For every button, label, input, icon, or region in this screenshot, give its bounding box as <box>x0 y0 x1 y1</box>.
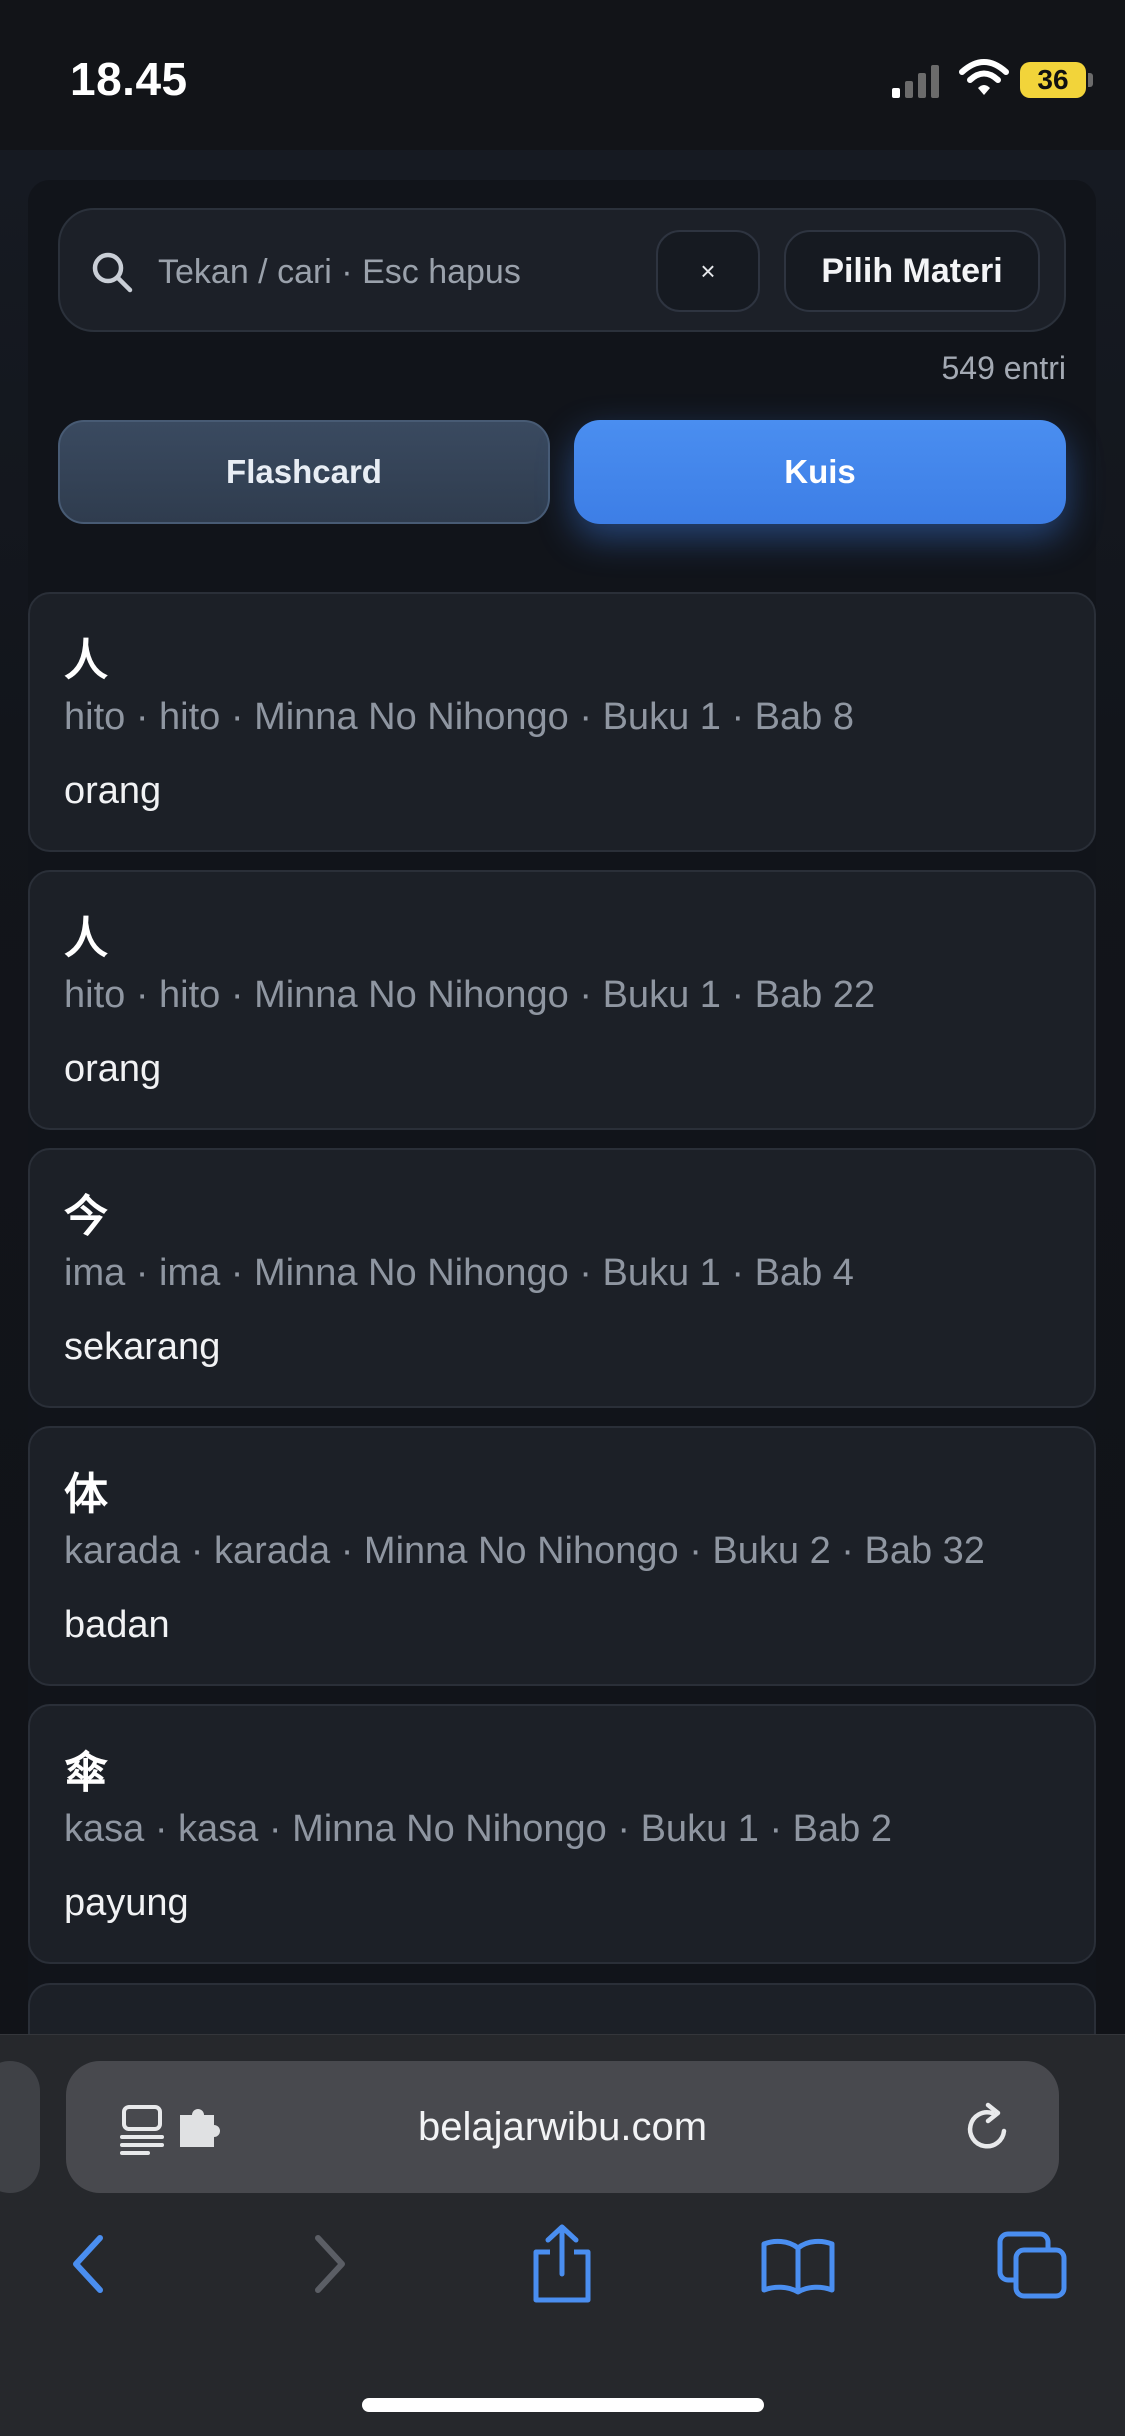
word-meta: kasa · kasa · Minna No Nihongo · Buku 1 … <box>64 1808 892 1850</box>
previous-tab-edge[interactable] <box>0 2061 40 2193</box>
word-meaning: orang <box>64 1048 162 1090</box>
search-input[interactable] <box>156 232 696 312</box>
wifi-icon <box>959 59 1009 95</box>
word-meaning: badan <box>64 1604 170 1646</box>
word-kanji: 人 <box>64 913 108 964</box>
word-card[interactable]: 今 ima · ima · Minna No Nihongo · Buku 1 … <box>28 1148 1096 1408</box>
share-icon[interactable] <box>528 2224 596 2304</box>
reload-icon[interactable] <box>962 2101 1014 2155</box>
battery-tip <box>1088 73 1093 87</box>
search-bar: × Pilih Materi <box>58 208 1066 332</box>
word-meta: karada · karada · Minna No Nihongo · Buk… <box>64 1530 985 1572</box>
select-material-button[interactable]: Pilih Materi <box>784 230 1040 312</box>
word-card[interactable]: 体 karada · karada · Minna No Nihongo · B… <box>28 1426 1096 1686</box>
word-card[interactable]: 人 hito · hito · Minna No Nihongo · Buku … <box>28 592 1096 852</box>
battery-level: 36 <box>1020 62 1086 98</box>
word-meaning: sekarang <box>64 1326 221 1368</box>
tabs-icon[interactable] <box>996 2230 1070 2300</box>
forward-icon[interactable] <box>308 2232 352 2296</box>
word-card[interactable]: 人 hito · hito · Minna No Nihongo · Buku … <box>28 870 1096 1130</box>
quiz-mode-button[interactable]: Kuis <box>574 420 1066 524</box>
search-icon <box>92 252 133 293</box>
word-meaning: payung <box>64 1882 189 1924</box>
flashcard-mode-button[interactable]: Flashcard <box>58 420 550 524</box>
word-meta: ima · ima · Minna No Nihongo · Buku 1 · … <box>64 1252 854 1294</box>
word-card[interactable]: 傘 kasa · kasa · Minna No Nihongo · Buku … <box>28 1704 1096 1964</box>
word-kanji: 人 <box>64 635 108 686</box>
word-meta: hito · hito · Minna No Nihongo · Buku 1 … <box>64 974 876 1016</box>
word-meaning: orang <box>64 770 162 812</box>
extension-icon[interactable] <box>178 2109 230 2149</box>
address-bar[interactable]: belajarwibu.com <box>66 2061 1059 2193</box>
status-bar: 18.45 36 <box>0 0 1125 150</box>
page-content: × Pilih Materi 549 entri Flashcard Kuis … <box>0 150 1125 2080</box>
back-icon[interactable] <box>66 2232 110 2296</box>
cellular-signal-icon <box>892 65 939 98</box>
word-kanji: 体 <box>64 1469 108 1520</box>
entry-count: 549 entri <box>941 350 1066 386</box>
battery-indicator: 36 <box>1020 62 1094 98</box>
home-indicator[interactable] <box>362 2398 764 2412</box>
bookmarks-icon[interactable] <box>760 2236 836 2296</box>
reader-icon[interactable] <box>118 2103 168 2155</box>
clear-search-button[interactable]: × <box>656 230 760 312</box>
status-time: 18.45 <box>70 53 188 105</box>
word-meta: hito · hito · Minna No Nihongo · Buku 1 … <box>64 696 854 738</box>
word-kanji: 今 <box>64 1191 108 1242</box>
word-kanji: 傘 <box>64 1747 108 1798</box>
